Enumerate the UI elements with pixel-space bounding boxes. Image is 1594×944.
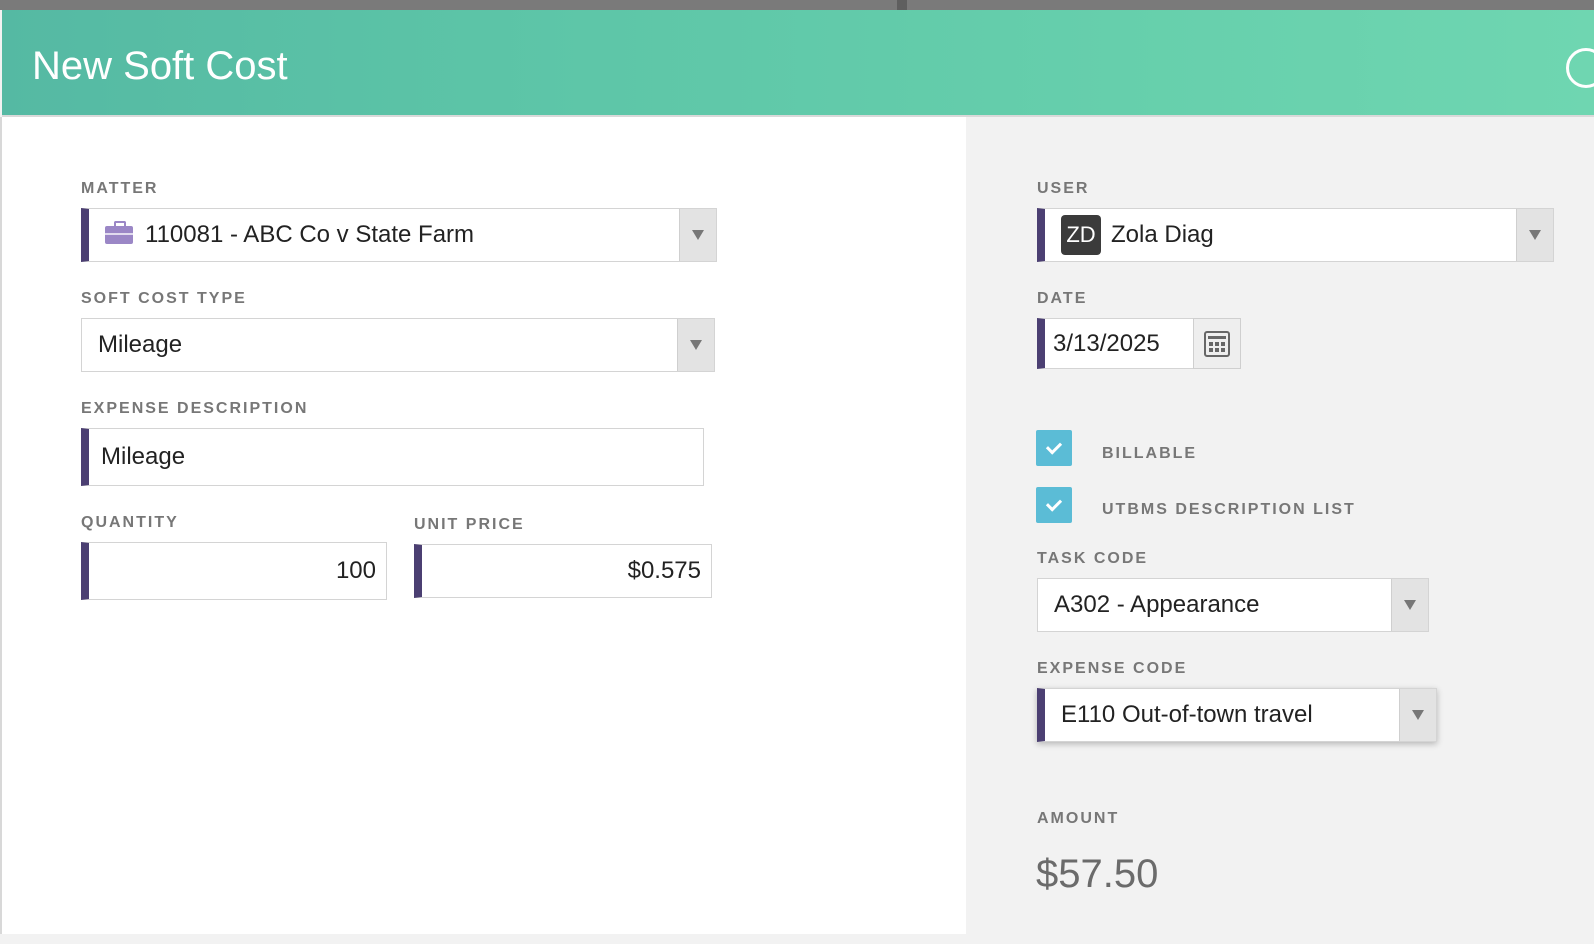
quantity-value: 100 [335, 557, 376, 584]
soft-cost-type-select[interactable]: Mileage [81, 318, 715, 372]
task-code-label: TASK CODE [1037, 550, 1149, 567]
date-input[interactable]: 3/13/2025 [1037, 318, 1194, 369]
date-value: 3/13/2025 [1053, 329, 1160, 357]
chevron-down-icon [690, 340, 702, 350]
utbms-description-list-checkbox[interactable] [1036, 487, 1072, 523]
expense-code-label: EXPENSE CODE [1037, 660, 1188, 677]
task-code-dropdown-button[interactable] [1391, 579, 1428, 631]
expense-code-value: E110 Out-of-town travel [1061, 701, 1313, 728]
date-picker-button[interactable] [1193, 318, 1241, 369]
billable-label: BILLABLE [1102, 445, 1198, 462]
expense-description-value: Mileage [101, 443, 186, 470]
amount-label: AMOUNT [1037, 810, 1120, 827]
matter-dropdown-button[interactable] [679, 209, 716, 261]
window-top-strip [0, 0, 1594, 10]
quantity-label: QUANTITY [81, 514, 179, 531]
date-label: DATE [1037, 290, 1088, 307]
expense-code-select[interactable]: E110 Out-of-town travel [1037, 688, 1437, 742]
calendar-icon [1204, 330, 1230, 357]
avatar: ZD [1061, 215, 1101, 255]
matter-value: 110081 - ABC Co v State Farm [145, 221, 475, 248]
soft-cost-type-value: Mileage [98, 331, 183, 358]
expense-code-dropdown-button[interactable] [1399, 689, 1436, 741]
briefcase-icon [105, 221, 133, 244]
unit-price-input[interactable]: $0.575 [414, 544, 712, 598]
modal-title: New Soft Cost [32, 44, 288, 88]
chevron-down-icon [1529, 230, 1541, 240]
matter-select[interactable]: 110081 - ABC Co v State Farm [81, 208, 717, 262]
chevron-down-icon [1412, 710, 1424, 720]
check-icon [1045, 494, 1063, 512]
expense-description-input[interactable]: Mileage [81, 428, 704, 486]
utbms-description-list-label: UTBMS DESCRIPTION LIST [1102, 501, 1356, 518]
quantity-input[interactable]: 100 [81, 542, 387, 600]
check-icon [1045, 437, 1063, 455]
matter-label: MATTER [81, 180, 159, 197]
soft-cost-type-dropdown-button[interactable] [677, 319, 714, 371]
unit-price-value: $0.575 [627, 557, 701, 584]
user-dropdown-button[interactable] [1516, 209, 1553, 261]
task-code-select[interactable]: A302 - Appearance [1037, 578, 1429, 632]
close-icon[interactable] [1566, 48, 1594, 88]
billable-checkbox[interactable] [1036, 430, 1072, 466]
user-value: Zola Diag [1111, 221, 1214, 248]
user-select[interactable]: ZD Zola Diag [1037, 208, 1554, 262]
amount-value: $57.50 [1036, 852, 1159, 896]
modal-header: New Soft Cost [2, 10, 1594, 125]
window-notch [897, 0, 907, 10]
expense-description-label: EXPENSE DESCRIPTION [81, 400, 309, 417]
chevron-down-icon [692, 230, 704, 240]
unit-price-label: UNIT PRICE [414, 516, 525, 533]
chevron-down-icon [1404, 600, 1416, 610]
soft-cost-type-label: SOFT COST TYPE [81, 290, 247, 307]
user-label: USER [1037, 180, 1090, 197]
task-code-value: A302 - Appearance [1054, 591, 1260, 618]
